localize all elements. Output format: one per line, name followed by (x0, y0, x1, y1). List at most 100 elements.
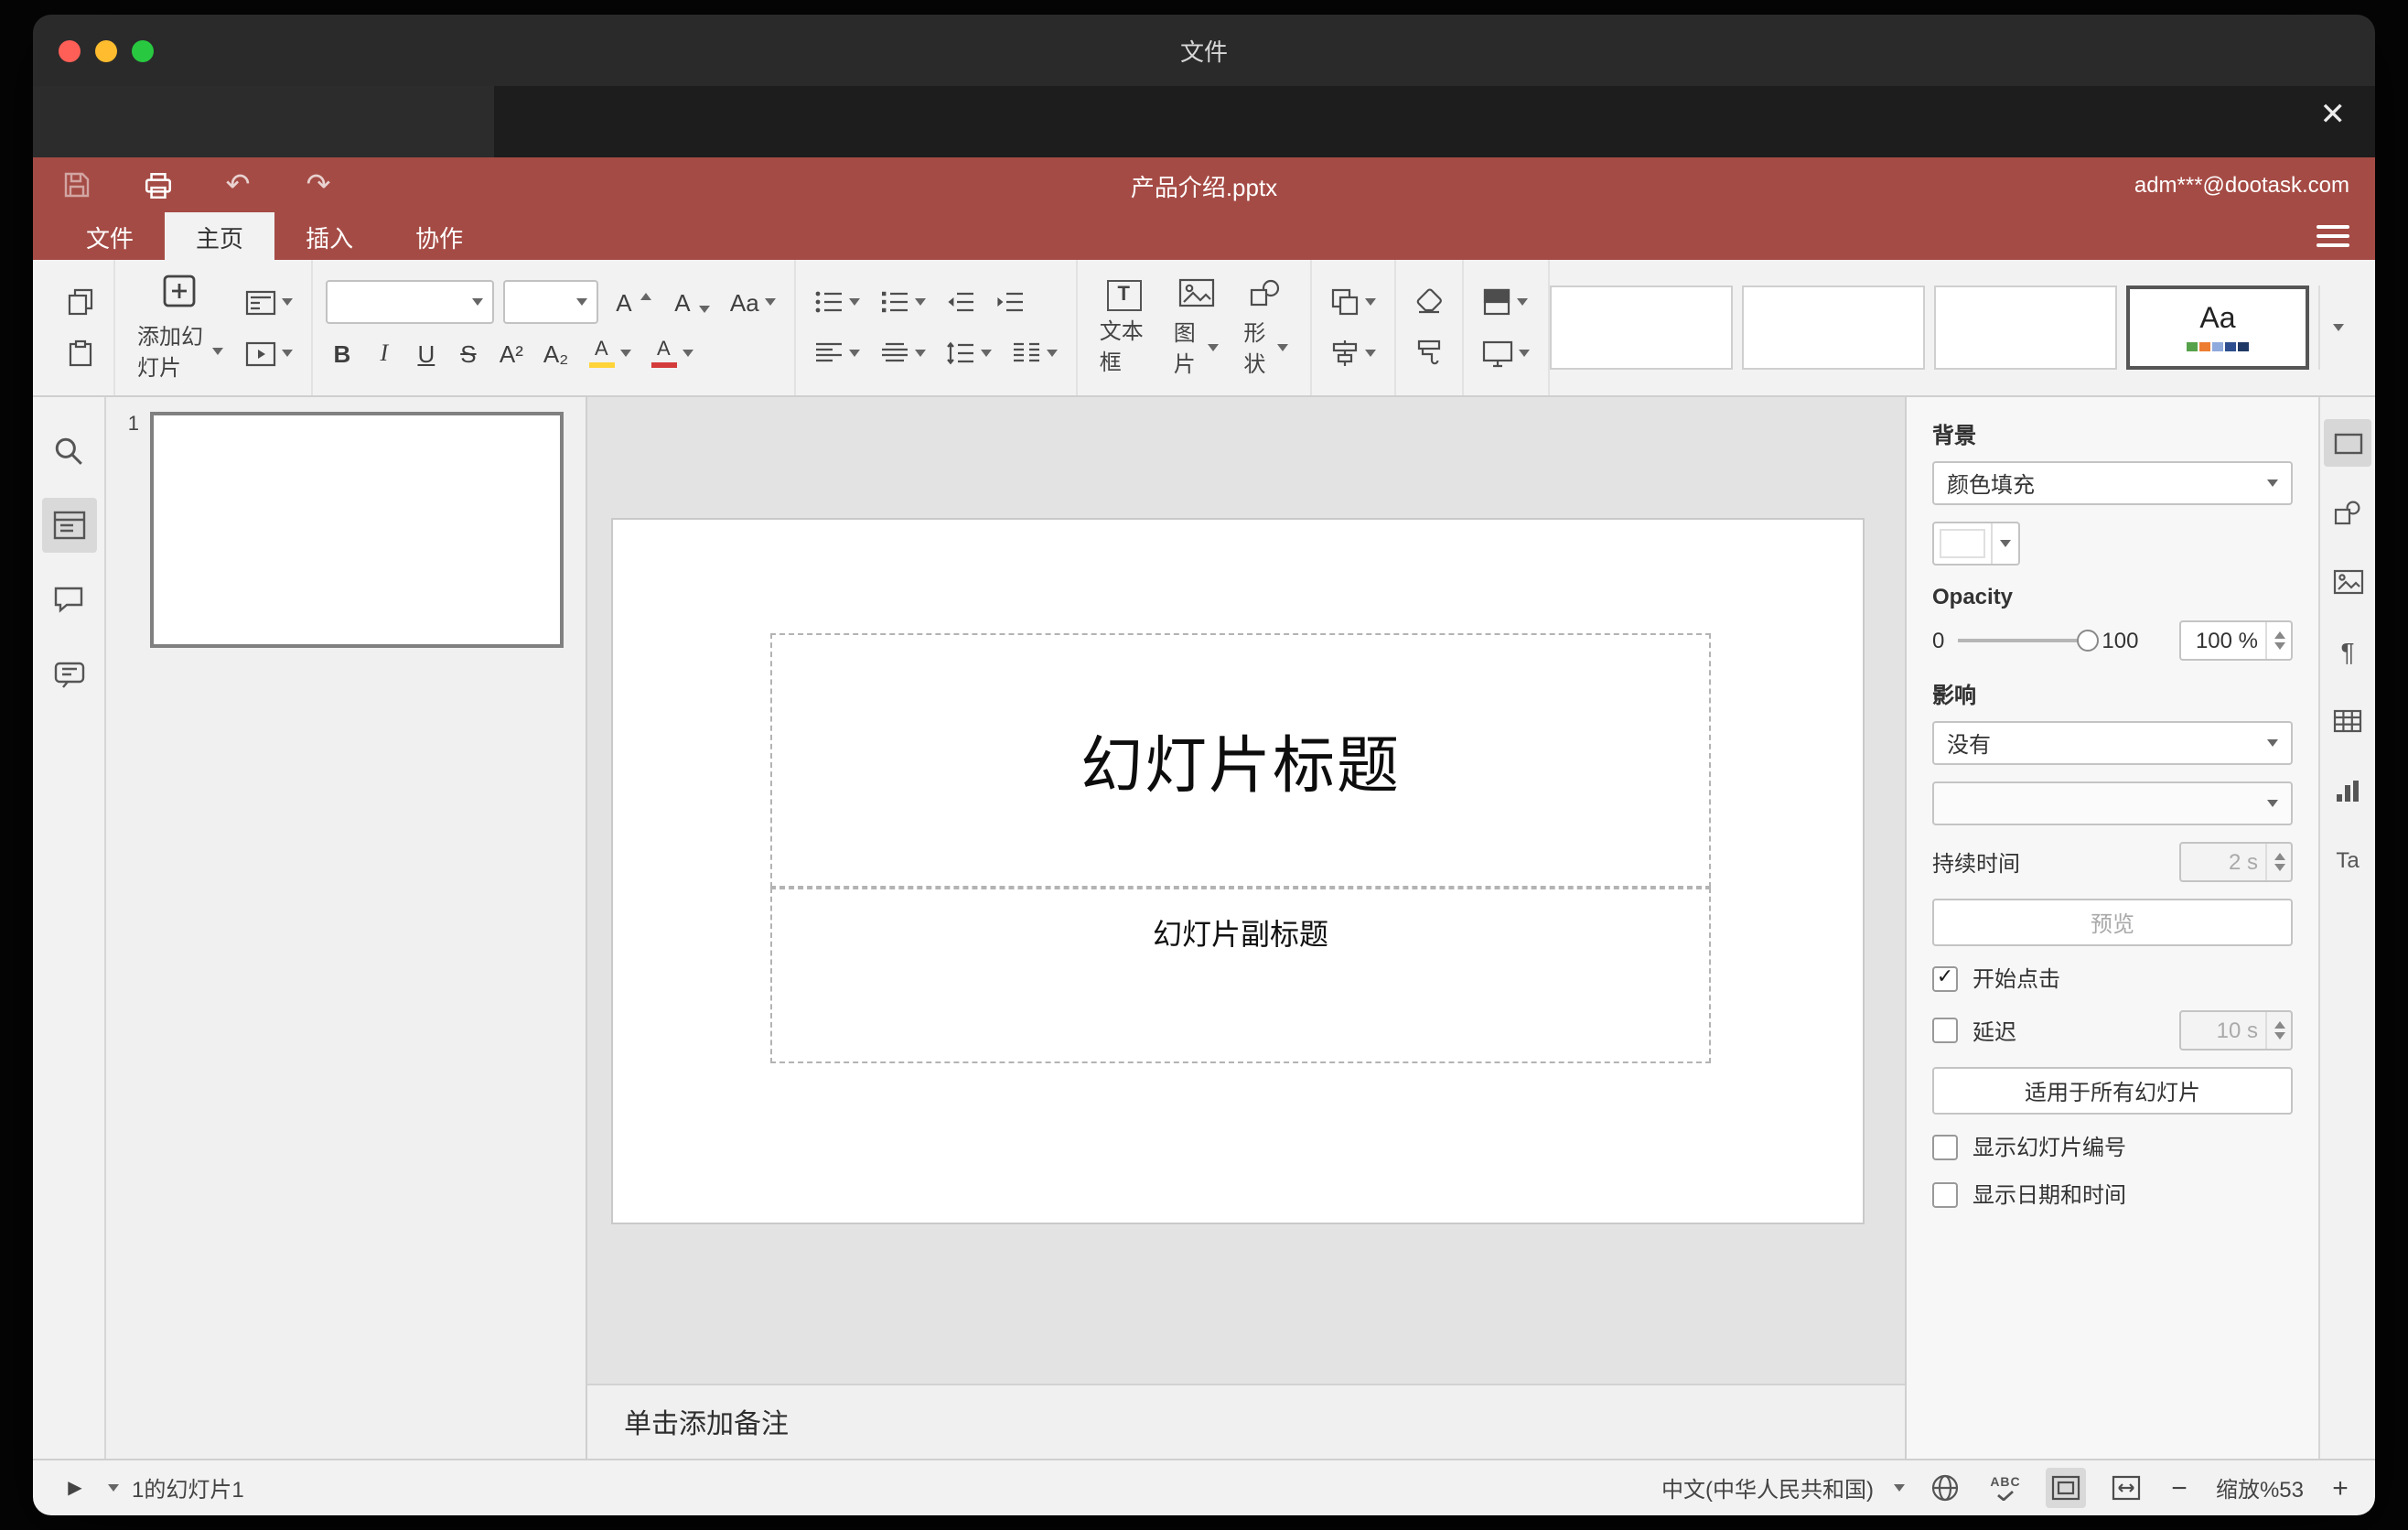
zoom-out-button[interactable]: − (2166, 1472, 2192, 1503)
transition-effect-select[interactable]: 没有 (1932, 721, 2293, 765)
transition-variant-select[interactable] (1932, 781, 2293, 825)
insert-shape-button[interactable]: 形状 (1234, 277, 1297, 378)
decrease-indent-icon[interactable] (941, 280, 981, 324)
textart-settings-icon[interactable]: Ta (2324, 836, 2371, 884)
theme-gallery-expand-icon[interactable] (2318, 286, 2357, 370)
fit-width-icon[interactable] (2106, 1468, 2146, 1508)
opacity-slider-knob[interactable] (2076, 630, 2099, 652)
slide[interactable]: 幻灯片标题 幻灯片副标题 (613, 520, 1863, 1223)
paragraph-settings-icon[interactable]: ¶ (2324, 628, 2371, 675)
font-size-combo[interactable] (502, 280, 598, 324)
horizontal-align-button[interactable] (809, 331, 865, 375)
start-on-click-checkbox[interactable]: ✓ (1932, 965, 1958, 991)
theme-thumbnail-selected[interactable]: Aa (2126, 286, 2309, 370)
delay-spinbox[interactable]: 10 s (2179, 1010, 2293, 1051)
undo-icon[interactable]: ↶ (220, 167, 256, 203)
slides-group: 添加幻灯片 (115, 260, 313, 395)
close-traffic-light[interactable] (59, 39, 81, 61)
maximize-traffic-light[interactable] (132, 39, 154, 61)
language-selector[interactable]: 中文(中华人民共和国) (1661, 1472, 1874, 1503)
shape-settings-icon[interactable] (2324, 489, 2371, 536)
search-icon[interactable] (41, 423, 96, 478)
fit-slide-icon[interactable] (2046, 1468, 2086, 1508)
font-color-button[interactable]: A (645, 331, 698, 375)
spellcheck-icon[interactable]: ABC (1985, 1468, 2026, 1508)
slide-thumbnail-selected[interactable] (150, 412, 564, 648)
superscript-button[interactable]: A² (494, 331, 529, 375)
slide-settings-icon[interactable] (2324, 419, 2371, 467)
align-shapes-button[interactable] (1325, 331, 1381, 375)
copy-icon[interactable] (60, 280, 101, 324)
feedback-chat-icon[interactable] (41, 648, 96, 703)
numbered-list-button[interactable] (875, 280, 931, 324)
italic-button[interactable]: I (368, 331, 401, 375)
paste-icon[interactable] (60, 331, 101, 375)
chart-settings-icon[interactable] (2324, 767, 2371, 814)
font-group: A A Aa B I U S A² A₂ A A (313, 260, 796, 395)
table-settings-icon[interactable] (2324, 697, 2371, 745)
line-spacing-button[interactable] (941, 331, 997, 375)
zoom-in-button[interactable]: + (2327, 1472, 2353, 1503)
save-icon[interactable] (59, 167, 95, 203)
fill-color-picker[interactable] (1932, 522, 2020, 566)
show-slide-number-checkbox[interactable] (1932, 1134, 1958, 1159)
columns-button[interactable] (1006, 331, 1063, 375)
bold-button[interactable]: B (326, 331, 359, 375)
show-date-time-checkbox[interactable] (1932, 1181, 1958, 1207)
theme-thumbnail-3[interactable] (1934, 286, 2117, 370)
print-icon[interactable] (139, 167, 176, 203)
insert-textbox-button[interactable]: T 文本框 (1091, 279, 1157, 376)
close-icon[interactable]: ✕ (2320, 99, 2347, 130)
highlight-color-button[interactable]: A (583, 331, 636, 375)
comments-icon[interactable] (41, 573, 96, 628)
start-slideshow-status-icon[interactable]: ▶ (55, 1468, 95, 1508)
slide-size-button[interactable] (1477, 331, 1535, 375)
change-case-button[interactable]: Aa (725, 280, 781, 324)
hamburger-menu-icon[interactable] (2317, 225, 2353, 247)
tab-file[interactable]: 文件 (55, 212, 165, 260)
apply-to-all-button[interactable]: 适用于所有幻灯片 (1932, 1067, 2293, 1115)
theme-thumbnail-1[interactable] (1550, 286, 1733, 370)
fill-type-select[interactable]: 颜色填充 (1932, 461, 2293, 505)
theme-preview-text: Aa (2199, 304, 2236, 335)
copy-style-icon[interactable] (1409, 331, 1449, 375)
slides-panel-icon[interactable] (41, 498, 96, 553)
show-date-time-label: 显示日期和时间 (1973, 1182, 2127, 1208)
set-language-globe-icon[interactable] (1925, 1468, 1965, 1508)
delay-checkbox[interactable] (1932, 1018, 1958, 1043)
preview-button[interactable]: 预览 (1932, 899, 2293, 946)
clipboard-group (48, 260, 115, 395)
language-chevron-icon[interactable] (1894, 1484, 1905, 1492)
redo-icon[interactable]: ↷ (300, 167, 337, 203)
underline-button[interactable]: U (410, 331, 443, 375)
insert-image-button[interactable]: 图片 (1165, 277, 1228, 378)
notes-placeholder: 单击添加备注 (624, 1408, 790, 1439)
vertical-align-button[interactable] (875, 331, 931, 375)
opacity-spinbox[interactable]: 100 % (2179, 620, 2293, 661)
tab-home[interactable]: 主页 (165, 212, 275, 260)
increase-font-icon[interactable]: A (607, 280, 657, 324)
increase-indent-icon[interactable] (990, 280, 1030, 324)
decrease-font-icon[interactable]: A (666, 280, 715, 324)
add-slide-button[interactable]: 添加幻灯片 (128, 273, 232, 382)
arrange-shapes-button[interactable] (1325, 280, 1381, 324)
strikethrough-button[interactable]: S (452, 331, 485, 375)
tab-insert[interactable]: 插入 (274, 212, 384, 260)
color-scheme-button[interactable] (1477, 280, 1533, 324)
minimize-traffic-light[interactable] (95, 39, 117, 61)
theme-thumbnail-2[interactable] (1742, 286, 1925, 370)
title-placeholder[interactable]: 幻灯片标题 (770, 633, 1711, 888)
notes-area[interactable]: 单击添加备注 (587, 1384, 1905, 1459)
start-slideshow-button[interactable] (240, 331, 298, 375)
slideshow-options-chevron-icon[interactable] (108, 1484, 119, 1492)
opacity-slider[interactable] (1957, 630, 2099, 652)
tab-collaboration[interactable]: 协作 (384, 212, 494, 260)
subscript-button[interactable]: A₂ (538, 331, 574, 375)
subtitle-placeholder[interactable]: 幻灯片副标题 (770, 888, 1711, 1063)
font-name-combo[interactable] (325, 280, 494, 324)
bullet-list-button[interactable] (809, 280, 865, 324)
image-settings-icon[interactable] (2324, 558, 2371, 606)
clear-style-icon[interactable] (1409, 280, 1449, 324)
duration-spinbox[interactable]: 2 s (2179, 842, 2293, 882)
slide-layout-button[interactable] (240, 280, 298, 324)
